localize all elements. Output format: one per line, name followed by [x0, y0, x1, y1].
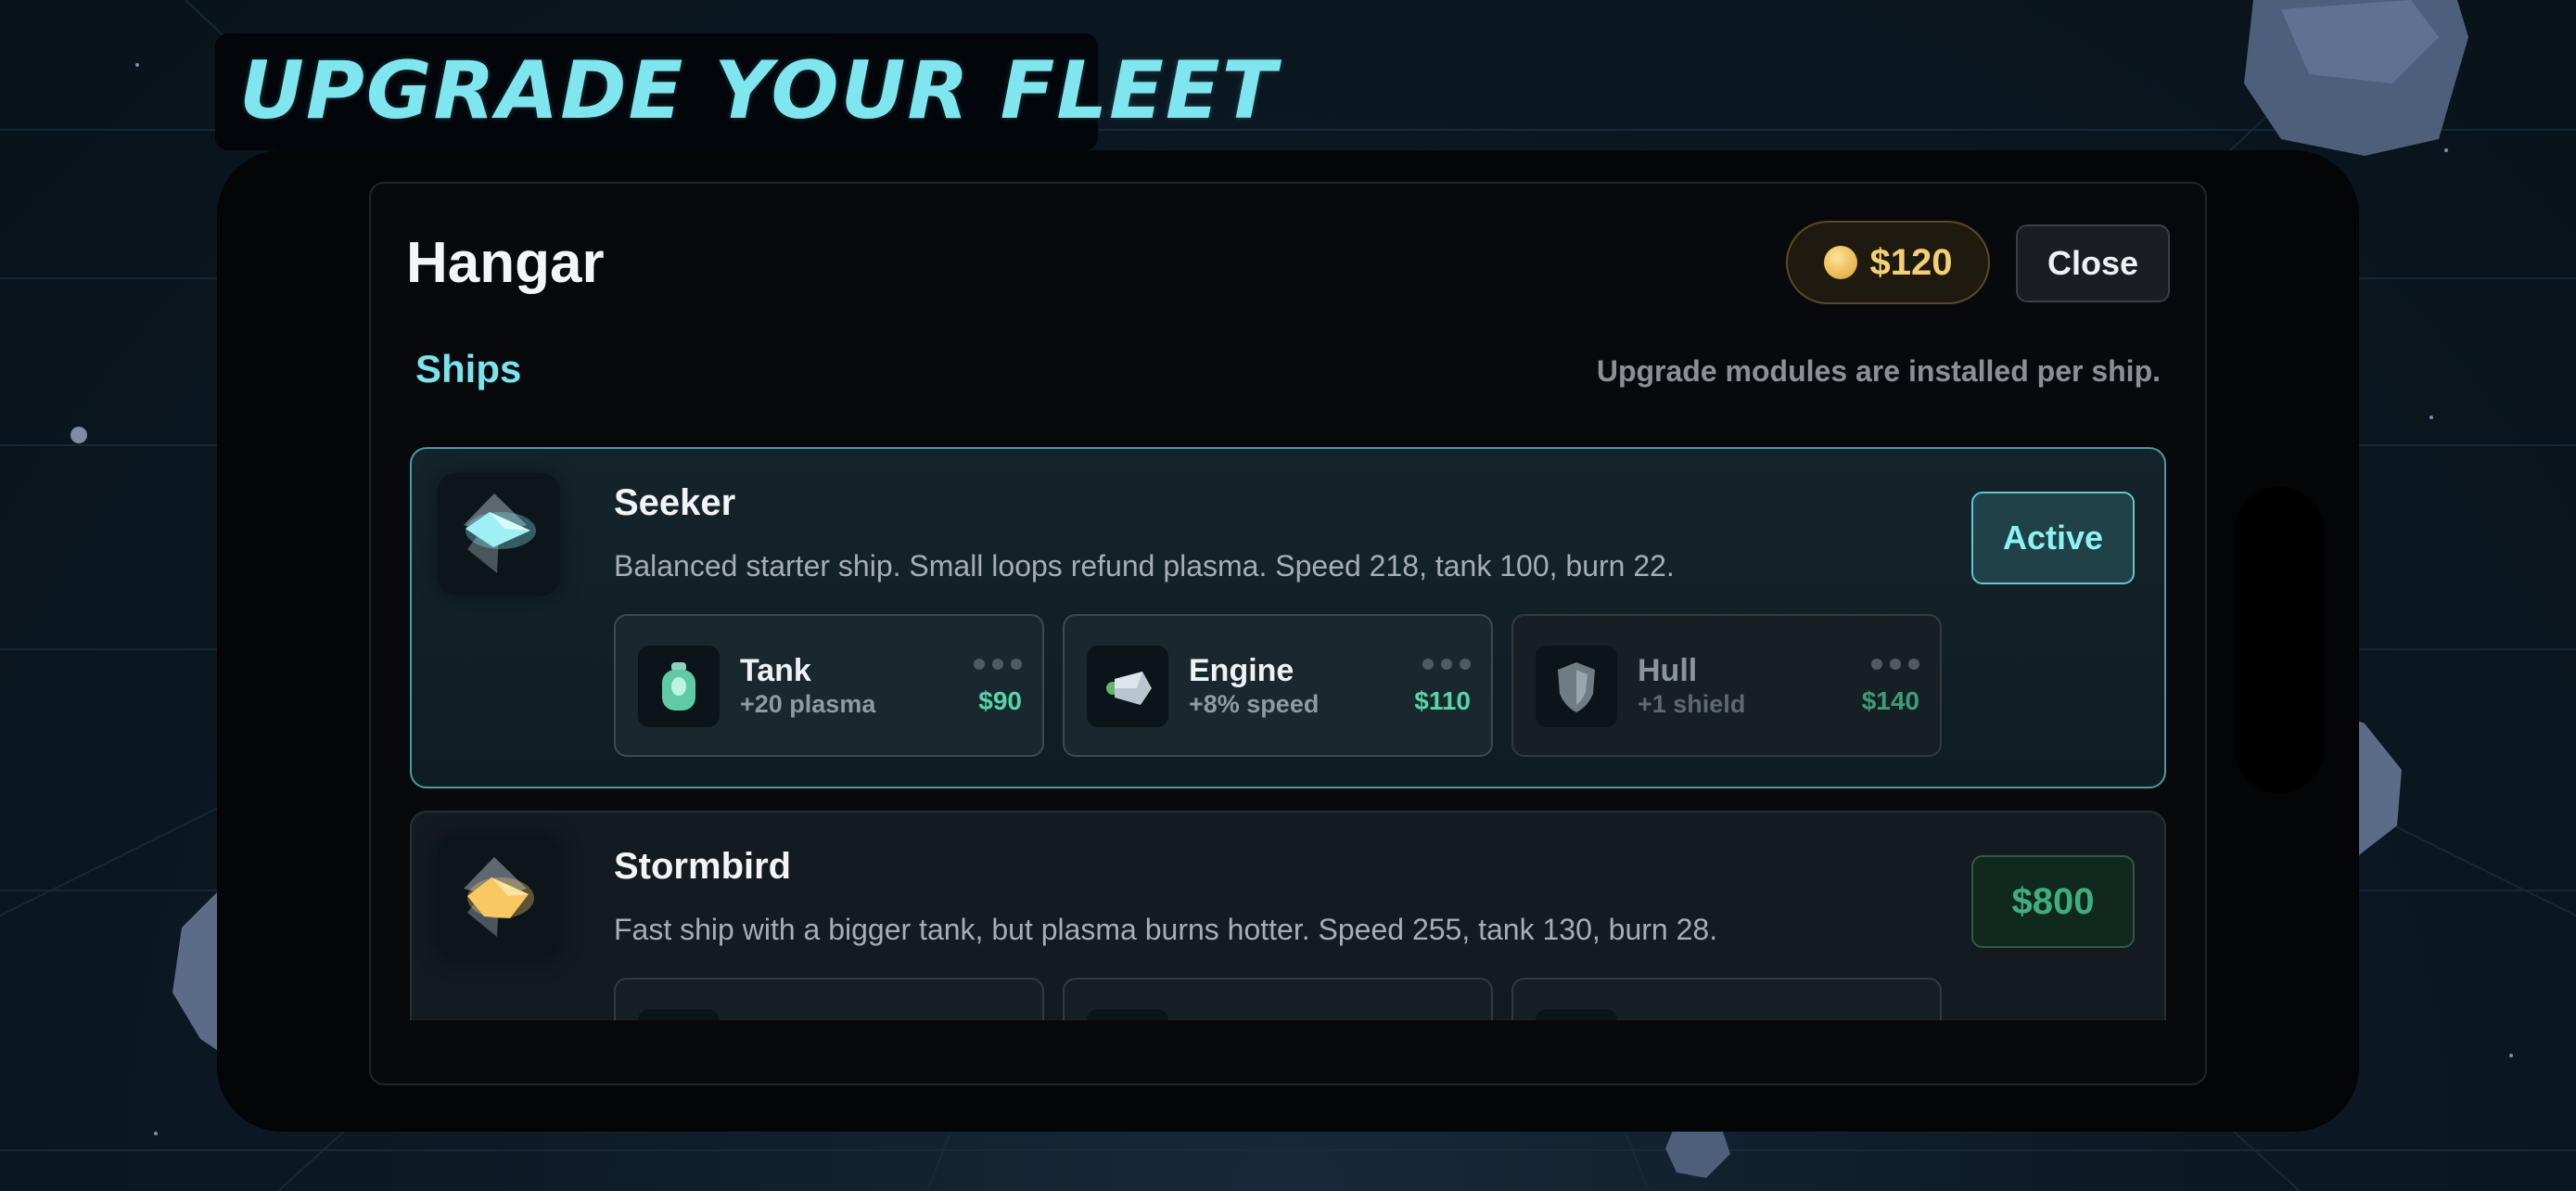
upgrade-hint: Upgrade modules are installed per ship.	[1596, 354, 2161, 388]
tank-icon	[638, 1009, 720, 1020]
hangar-panel: Hangar $120 Close Ships Upgrade modules …	[369, 182, 2207, 1085]
money-amount: $120	[1869, 241, 1953, 283]
game-scene: UPGRADE YOUR FLEET Hangar $120 Close Shi…	[0, 0, 2576, 1191]
coin-icon	[1823, 246, 1857, 279]
ship-card-seeker[interactable]: Seeker Balanced starter ship. Small loop…	[410, 447, 2166, 788]
module-level-dots	[1422, 659, 1471, 670]
module-slot[interactable]	[1511, 978, 1942, 1020]
module-effect: +1 shield	[1638, 690, 1746, 718]
ship-name: Seeker	[614, 482, 736, 523]
engine-icon	[1087, 646, 1168, 727]
module-price: $110	[1414, 686, 1471, 715]
module-name: Engine	[1189, 653, 1294, 688]
ship-list[interactable]: Seeker Balanced starter ship. Small loop…	[410, 447, 2166, 1020]
shield-icon	[1536, 646, 1617, 727]
module-hull[interactable]: Hull +1 shield $140	[1511, 614, 1942, 757]
ship-description: Fast ship with a bigger tank, but plasma…	[614, 913, 1718, 946]
engine-icon	[1087, 1009, 1168, 1020]
ship-seeker-icon	[438, 473, 560, 596]
ship-stormbird-icon	[438, 837, 560, 959]
module-price: $90	[978, 686, 1022, 715]
module-slot[interactable]	[1063, 978, 1493, 1020]
module-slot[interactable]	[614, 978, 1044, 1020]
ship-card-stormbird[interactable]: Stormbird Fast ship with a bigger tank, …	[410, 811, 2166, 1020]
star	[2429, 416, 2433, 419]
ship-name: Stormbird	[614, 846, 792, 887]
ships-section-label: Ships	[415, 347, 522, 391]
module-price: $140	[1861, 686, 1919, 715]
tank-icon	[638, 646, 720, 727]
ship-active-button[interactable]: Active	[1971, 492, 2135, 584]
ship-buy-button[interactable]: $800	[1971, 855, 2135, 948]
star	[135, 63, 139, 67]
asteroid	[2244, 0, 2468, 156]
shield-icon	[1536, 1009, 1617, 1020]
star	[2509, 1054, 2513, 1057]
module-name: Tank	[740, 653, 811, 688]
money-balance: $120	[1786, 221, 1990, 304]
module-effect: +20 plasma	[740, 690, 876, 718]
device-notch	[2235, 487, 2324, 793]
star	[154, 1132, 158, 1135]
module-effect: +8% speed	[1189, 690, 1320, 718]
module-tank[interactable]: Tank +20 plasma $90	[614, 614, 1044, 757]
ship-description: Balanced starter ship. Small loops refun…	[614, 549, 1675, 583]
star	[70, 427, 87, 443]
module-name: Hull	[1638, 653, 1698, 688]
module-level-dots	[1871, 659, 1919, 670]
panel-title: Hangar	[406, 231, 605, 295]
asteroid	[1665, 1126, 1730, 1178]
module-level-dots	[974, 659, 1022, 670]
screen-title: UPGRADE YOUR FLEET	[239, 45, 1279, 137]
close-button[interactable]: Close	[2016, 224, 2170, 302]
module-engine[interactable]: Engine +8% speed $110	[1063, 614, 1493, 757]
